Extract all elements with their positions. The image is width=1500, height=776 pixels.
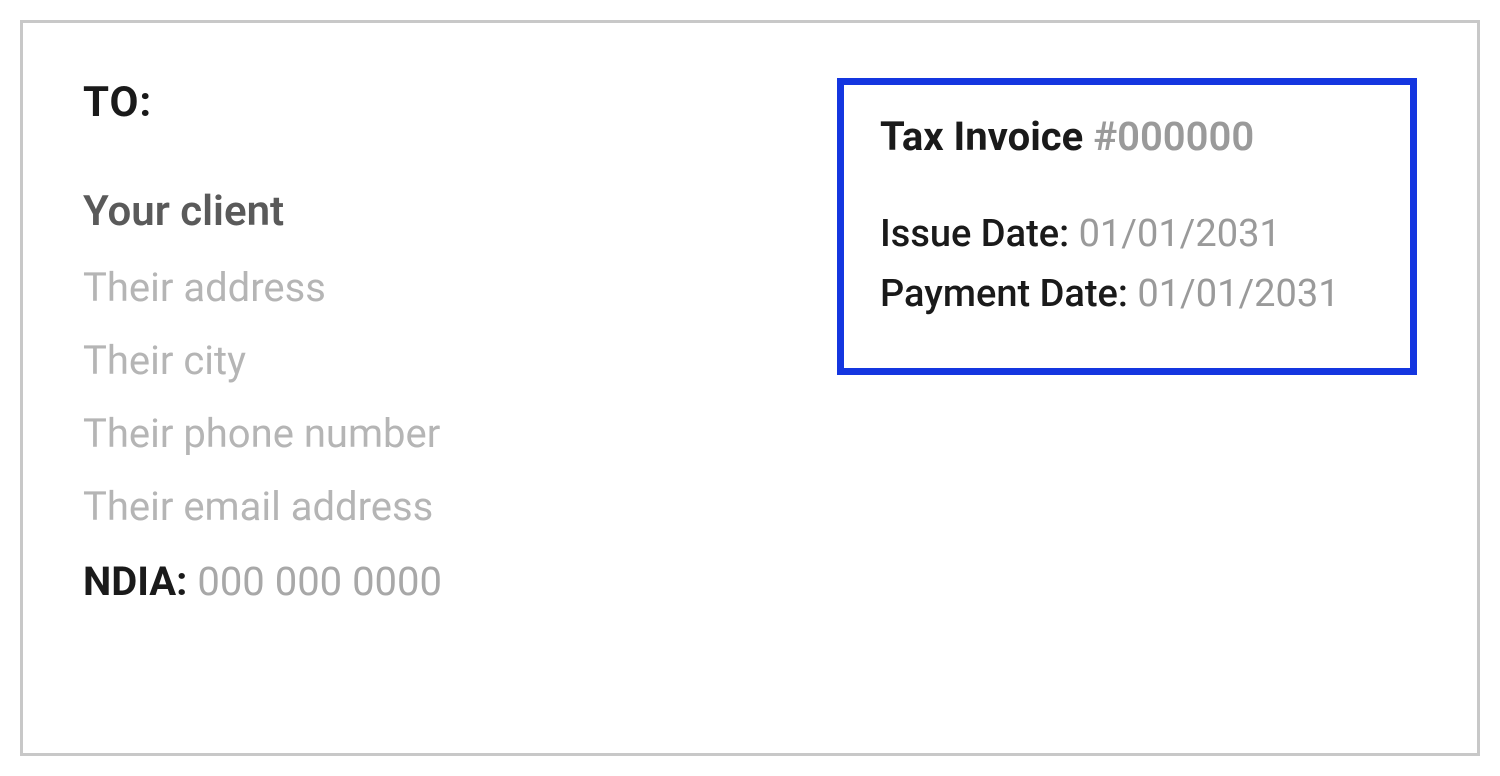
recipient-section: TO: Your client Their address Their city… [83, 78, 442, 605]
invoice-title-row: Tax Invoice #000000 [880, 113, 1374, 160]
client-address: Their address [83, 264, 442, 311]
issue-date-row: Issue Date: 01/01/2031 [880, 212, 1374, 256]
invoice-number: #000000 [1093, 113, 1254, 160]
to-label: TO: [83, 78, 442, 127]
issue-date-label: Issue Date: [880, 212, 1079, 256]
payment-date-value: 01/01/2031 [1137, 272, 1339, 316]
payment-date-label: Payment Date: [880, 272, 1137, 316]
client-email: Their email address [83, 483, 442, 530]
ndia-row: NDIA: 000 000 0000 [83, 558, 442, 605]
issue-date-value: 01/01/2031 [1079, 212, 1281, 256]
invoice-meta-box: Tax Invoice #000000 Issue Date: 01/01/20… [837, 78, 1417, 375]
client-city: Their city [83, 337, 442, 384]
client-phone: Their phone number [83, 410, 442, 457]
client-name: Your client [83, 187, 442, 236]
invoice-title: Tax Invoice [880, 113, 1093, 160]
ndia-label: NDIA: [83, 558, 187, 605]
payment-date-row: Payment Date: 01/01/2031 [880, 272, 1374, 316]
invoice-container: TO: Your client Their address Their city… [20, 20, 1480, 756]
ndia-value: 000 000 0000 [187, 558, 442, 605]
